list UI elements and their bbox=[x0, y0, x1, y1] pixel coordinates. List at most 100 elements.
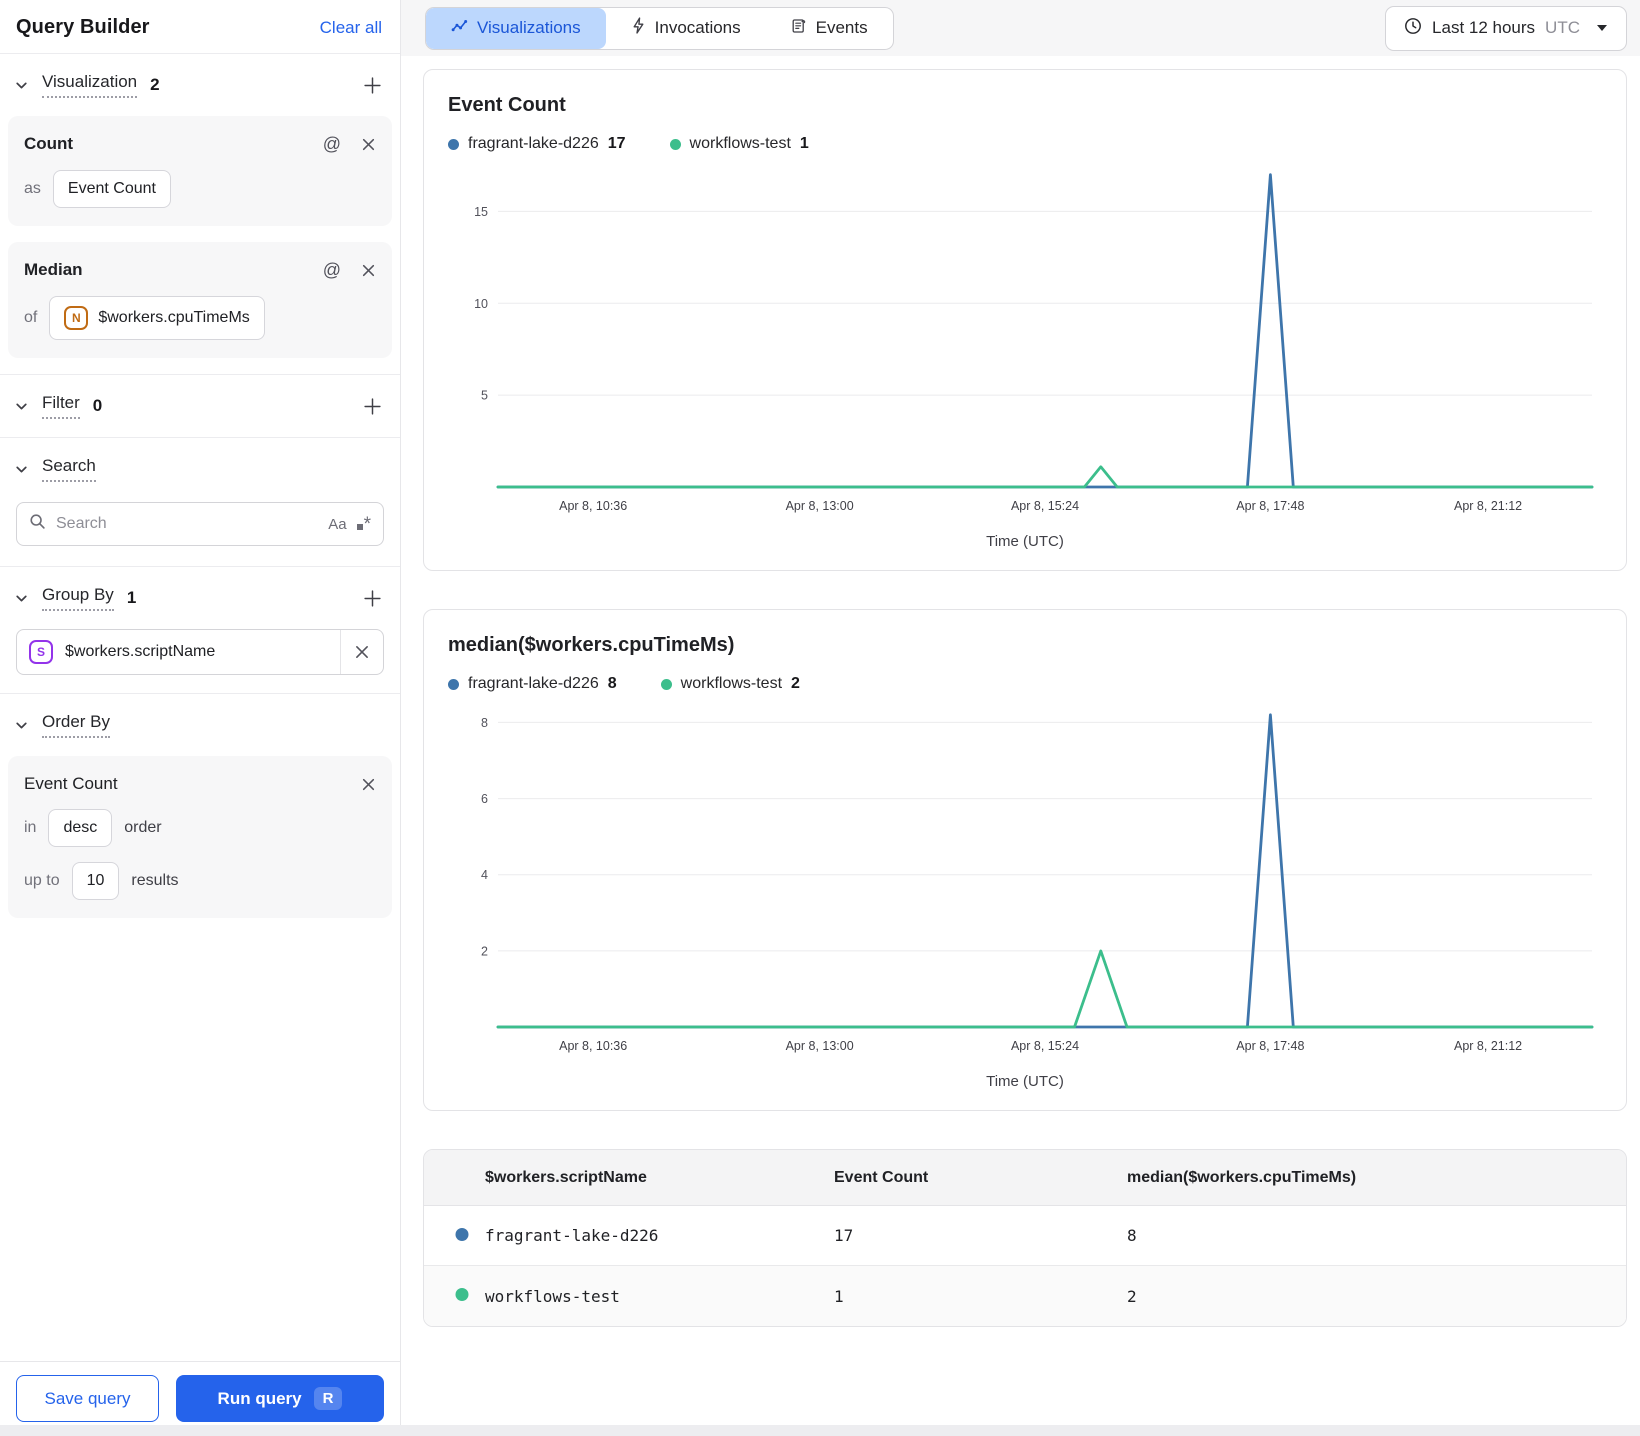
legend-item[interactable]: workflows-test 2 bbox=[660, 675, 800, 693]
svg-text:4: 4 bbox=[481, 868, 488, 882]
add-visualization-button[interactable] bbox=[361, 74, 384, 97]
string-type-icon: S bbox=[29, 640, 53, 664]
legend-series-name: fragrant-lake-d226 bbox=[468, 675, 599, 692]
count-card-title: Count bbox=[24, 134, 74, 153]
match-case-icon[interactable]: Aa bbox=[328, 516, 346, 533]
table-row[interactable]: fragrant-lake-d226 17 8 bbox=[424, 1206, 1626, 1266]
search-section-title: Search bbox=[42, 456, 96, 482]
main-area: Visualizations Invocations Events Last 1… bbox=[401, 0, 1640, 1436]
visualization-count: 2 bbox=[150, 75, 160, 94]
event-count-alias-chip[interactable]: Event Count bbox=[52, 170, 171, 208]
tab-invocations-label: Invocations bbox=[654, 18, 741, 37]
median-field-value: $workers.cpuTimeMs bbox=[98, 309, 250, 326]
group-by-section-title: Group By bbox=[42, 585, 114, 611]
legend-item[interactable]: fragrant-lake-d226 8 bbox=[448, 675, 617, 693]
filter-count: 0 bbox=[92, 396, 103, 415]
as-label: as bbox=[24, 180, 41, 197]
in-label: in bbox=[24, 819, 37, 836]
limit-chip[interactable]: 10 bbox=[71, 862, 120, 900]
remove-count-icon[interactable] bbox=[361, 137, 376, 152]
save-query-button[interactable]: Save query bbox=[16, 1375, 159, 1422]
results-content: Event Count fragrant-lake-d226 17 workfl… bbox=[401, 56, 1640, 1436]
svg-text:2: 2 bbox=[481, 944, 488, 958]
clear-all-link[interactable]: Clear all bbox=[320, 18, 382, 38]
table-row[interactable]: workflows-test 1 2 bbox=[424, 1266, 1626, 1326]
group-by-field-row[interactable]: S $workers.scriptName bbox=[16, 629, 384, 675]
events-log-icon bbox=[791, 18, 807, 39]
svg-text:10: 10 bbox=[474, 297, 488, 311]
mention-icon[interactable]: @ bbox=[323, 261, 341, 279]
column-header-script-name: $workers.scriptName bbox=[485, 1168, 647, 1186]
page-title: Query Builder bbox=[16, 16, 150, 38]
svg-text:6: 6 bbox=[481, 792, 488, 806]
group-by-section: Group By 1 S $workers.scriptName bbox=[0, 567, 400, 693]
run-query-button[interactable]: Run query R bbox=[176, 1375, 384, 1422]
svg-text:Apr 8, 13:00: Apr 8, 13:00 bbox=[786, 1039, 854, 1053]
cell-median: 8 bbox=[1127, 1226, 1137, 1245]
order-label: order bbox=[124, 819, 162, 836]
legend-item[interactable]: fragrant-lake-d226 17 bbox=[448, 135, 626, 153]
chevron-down-icon[interactable] bbox=[12, 397, 31, 416]
median-visualization-card: Median @ of N $workers.cpuTimeMs bbox=[8, 242, 392, 358]
legend-series-value: 8 bbox=[607, 675, 617, 692]
series-dot bbox=[660, 678, 672, 690]
caret-down-icon bbox=[1596, 24, 1608, 32]
svg-text:Apr 8, 17:48: Apr 8, 17:48 bbox=[1236, 499, 1304, 513]
remove-median-icon[interactable] bbox=[361, 263, 376, 278]
visualization-section: Visualization 2 Count @ as Event Count M… bbox=[0, 54, 400, 374]
svg-text:Apr 8, 17:48: Apr 8, 17:48 bbox=[1236, 1039, 1304, 1053]
svg-text:Apr 8, 15:24: Apr 8, 15:24 bbox=[1011, 1039, 1079, 1053]
chevron-down-icon[interactable] bbox=[12, 589, 31, 608]
chevron-down-icon[interactable] bbox=[12, 716, 31, 735]
legend-item[interactable]: workflows-test 1 bbox=[669, 135, 809, 153]
sidebar-header: Query Builder Clear all bbox=[0, 0, 400, 53]
remove-order-by-icon[interactable] bbox=[361, 777, 376, 792]
count-visualization-card: Count @ as Event Count bbox=[8, 116, 392, 226]
regex-icon[interactable]: * bbox=[356, 515, 371, 534]
clock-icon bbox=[1404, 17, 1422, 40]
cell-script-name: workflows-test bbox=[485, 1286, 620, 1306]
event-count-line-chart: 5 10 15 Apr 8, 10:36 Apr 8, 13:00 Apr 8, 15:2… bbox=[474, 173, 1594, 513]
chevron-down-icon[interactable] bbox=[12, 460, 31, 479]
search-box: Aa * bbox=[16, 502, 384, 546]
x-axis-title: Time (UTC) bbox=[986, 1073, 1064, 1090]
add-group-by-button[interactable] bbox=[361, 587, 384, 610]
mention-icon[interactable]: @ bbox=[323, 135, 341, 153]
median-cputime-line-chart: 2 4 6 8 Apr 8, 10:36 Apr 8, 13:00 Apr 8, 15:24… bbox=[481, 713, 1594, 1053]
tab-visualizations[interactable]: Visualizations bbox=[426, 7, 606, 49]
svg-text:15: 15 bbox=[474, 205, 488, 219]
up-to-label: up to bbox=[24, 872, 60, 889]
search-input[interactable] bbox=[56, 515, 319, 533]
svg-text:Apr 8, 15:24: Apr 8, 15:24 bbox=[1011, 499, 1079, 513]
time-range-selector[interactable]: Last 12 hours UTC bbox=[1385, 5, 1627, 51]
chart-legend: fragrant-lake-d226 8 workflows-test 2 bbox=[448, 675, 1602, 693]
median-field-chip[interactable]: N $workers.cpuTimeMs bbox=[49, 296, 265, 340]
tab-events-label: Events bbox=[815, 18, 868, 37]
search-icon bbox=[29, 513, 46, 535]
median-card-title: Median bbox=[24, 260, 83, 279]
svg-text:Apr 8, 21:12: Apr 8, 21:12 bbox=[1454, 499, 1522, 513]
topbar: Visualizations Invocations Events Last 1… bbox=[401, 0, 1640, 56]
tab-events[interactable]: Events bbox=[766, 8, 893, 49]
cell-script-name: fragrant-lake-d226 bbox=[485, 1226, 659, 1245]
series-dot bbox=[669, 138, 681, 150]
tab-invocations[interactable]: Invocations bbox=[606, 8, 766, 49]
cell-event-count: 17 bbox=[834, 1226, 854, 1245]
legend-series-value: 1 bbox=[799, 135, 809, 152]
order-by-field: Event Count bbox=[24, 774, 118, 793]
svg-text:Apr 8, 10:36: Apr 8, 10:36 bbox=[559, 499, 627, 513]
window-bottom-edge bbox=[0, 1425, 1640, 1436]
remove-group-by-icon[interactable] bbox=[340, 630, 383, 674]
run-query-label: Run query bbox=[217, 1388, 302, 1408]
of-label: of bbox=[24, 309, 38, 326]
view-tabs: Visualizations Invocations Events bbox=[425, 6, 894, 50]
search-section: Search Aa * bbox=[0, 438, 400, 566]
sort-direction-chip[interactable]: desc bbox=[48, 809, 113, 847]
add-filter-button[interactable] bbox=[361, 395, 384, 418]
series-dot bbox=[448, 678, 459, 690]
filter-section-title: Filter bbox=[42, 393, 80, 419]
lightning-icon bbox=[631, 17, 646, 39]
time-range-timezone: UTC bbox=[1545, 18, 1580, 37]
group-by-count: 1 bbox=[126, 588, 137, 607]
chevron-down-icon[interactable] bbox=[12, 76, 31, 95]
